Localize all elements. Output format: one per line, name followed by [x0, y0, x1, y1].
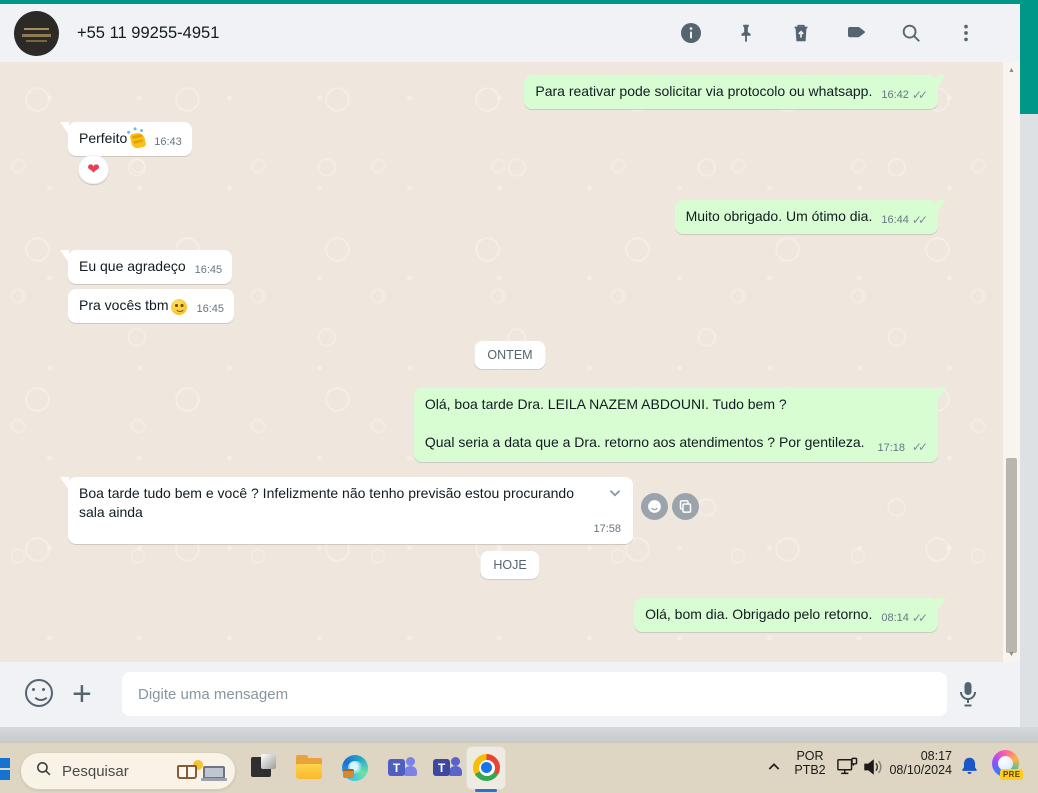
message-reaction-badge[interactable]: ❤ — [78, 155, 109, 184]
message-time: 16:45 — [194, 264, 223, 276]
copy-message-button[interactable] — [672, 493, 699, 520]
language-indicator[interactable]: POR PTB2 — [789, 749, 831, 777]
page-background-strip — [1020, 0, 1038, 742]
avatar-logo-mark — [26, 40, 47, 42]
avatar-logo-mark — [24, 28, 49, 30]
message-text: Eu que agradeço — [79, 258, 186, 274]
message-text: Para reativar pode solicitar via protoco… — [535, 83, 873, 99]
double-check-icon: ✓✓ — [911, 213, 928, 227]
delete-restore-icon[interactable] — [789, 21, 813, 45]
chrome-browser-icon-active[interactable] — [466, 746, 506, 792]
red-heart-emoji: ❤ — [87, 161, 100, 178]
pin-icon[interactable] — [734, 21, 758, 45]
screen: +55 11 99255-4951 Para reativar pode sol… — [0, 0, 1038, 793]
teams-classic-icon[interactable]: T — [388, 754, 418, 784]
clock-date[interactable]: 08:17 08/10/2024 — [884, 749, 952, 777]
composer-bar: + — [0, 662, 1020, 727]
contact-phone-title[interactable]: +55 11 99255-4951 — [77, 4, 219, 62]
search-highlight-art — [177, 760, 227, 784]
message-input[interactable] — [122, 672, 947, 716]
message-menu-chevron-down-icon[interactable] — [606, 484, 624, 507]
message-bubble-outgoing: Olá, boa tarde Dra. LEILA NAZEM ABDOUNI.… — [413, 388, 947, 462]
chrome-logo-icon — [473, 754, 500, 781]
double-check-icon: ✓✓ — [911, 611, 928, 625]
message-text: Olá, bom dia. Obrigado pelo retorno. — [645, 606, 873, 622]
double-check-icon: ✓✓ — [911, 440, 928, 454]
message-text: Muito obrigado. Um ótimo dia. — [685, 208, 873, 224]
menu-kebab-icon[interactable] — [954, 21, 978, 45]
double-check-icon: ✓✓ — [911, 88, 928, 102]
date-divider: ONTEM — [474, 341, 546, 369]
chat-header: +55 11 99255-4951 — [0, 4, 1020, 62]
attach-plus-icon[interactable]: + — [72, 670, 92, 718]
info-icon[interactable] — [679, 21, 703, 45]
contact-avatar[interactable] — [14, 11, 59, 56]
active-app-indicator — [475, 789, 497, 792]
label-icon[interactable] — [844, 21, 868, 45]
search-label: Pesquisar — [62, 762, 129, 780]
message-time: 16:44 — [881, 214, 909, 226]
message-bubble-incoming: Pra vocês tbm 16:45 — [68, 289, 235, 323]
message-time: 17:58 — [593, 523, 621, 535]
message-list: Para reativar pode solicitar via protoco… — [0, 62, 1020, 662]
search-icon — [35, 760, 52, 782]
smiling-face-emoji — [171, 299, 188, 315]
message-text: Perfeito — [79, 130, 128, 146]
taskbar-app-snip-icon[interactable] — [250, 754, 280, 784]
copilot-icon[interactable]: PRE — [992, 750, 1024, 780]
tray-expand-chevron-icon[interactable] — [766, 759, 782, 775]
header-actions — [679, 4, 978, 62]
message-time: 08:14 — [881, 612, 909, 624]
notification-bell-icon[interactable] — [960, 756, 979, 782]
copilot-pre-badge: PRE — [1000, 769, 1024, 780]
message-bubble-outgoing: Muito obrigado. Um ótimo dia. 16:44 ✓✓ — [674, 200, 947, 234]
start-button[interactable] — [0, 758, 11, 780]
emoji-picker-icon[interactable] — [25, 679, 53, 707]
message-text-line: Qual seria a data que a Dra. retorno aos… — [424, 434, 865, 450]
tray-date: 08/10/2024 — [889, 763, 952, 777]
window-bottom-edge — [0, 727, 1038, 742]
message-time: 17:18 — [877, 442, 905, 454]
clap-emoji — [129, 131, 147, 150]
page-background-teal-band — [1020, 0, 1038, 114]
tray-time: 08:17 — [920, 749, 952, 763]
edge-browser-icon[interactable] — [341, 754, 371, 784]
scroll-down-arrow[interactable]: ▼ — [1003, 648, 1020, 660]
chat-scrollbar[interactable]: ▲ ▼ — [1003, 62, 1020, 662]
volume-icon[interactable] — [862, 758, 886, 781]
avatar-logo-mark — [22, 34, 51, 37]
message-text: Boa tarde tudo bem e você ? Infelizmente… — [79, 485, 574, 520]
message-time: 16:42 — [881, 89, 909, 101]
network-icon[interactable] — [836, 757, 858, 782]
windows-logo-icon — [0, 758, 10, 780]
date-divider: HOJE — [480, 551, 540, 579]
scrollbar-thumb[interactable] — [1006, 458, 1017, 653]
message-bubble-incoming: Boa tarde tudo bem e você ? Infelizmente… — [60, 477, 633, 544]
message-bubble-incoming: Perfeito 16:43 — [60, 122, 192, 156]
message-time: 16:43 — [154, 136, 182, 148]
microphone-icon[interactable] — [956, 680, 980, 713]
language-line2: PTB2 — [794, 763, 826, 777]
message-bubble-outgoing: Para reativar pode solicitar via protoco… — [524, 75, 946, 109]
message-bubble-incoming: Eu que agradeço 16:45 — [59, 250, 233, 284]
windows-taskbar: Pesquisar T T POR PTB2 08:17 08/10/2024 … — [0, 742, 1038, 793]
language-line1: POR — [796, 749, 824, 763]
file-explorer-icon[interactable] — [295, 754, 325, 784]
react-emoji-button[interactable] — [641, 493, 668, 520]
message-text-line: Olá, boa tarde Dra. LEILA NAZEM ABDOUNI.… — [424, 396, 787, 412]
whatsapp-accent-bar — [0, 0, 1038, 4]
search-icon[interactable] — [899, 21, 923, 45]
teams-icon[interactable]: T — [433, 754, 463, 784]
message-bubble-outgoing: Olá, bom dia. Obrigado pelo retorno. 08:… — [634, 598, 946, 632]
message-text: Pra vocês tbm — [79, 297, 169, 313]
taskbar-search[interactable]: Pesquisar — [20, 752, 236, 790]
scroll-up-arrow[interactable]: ▲ — [1003, 64, 1020, 76]
message-time: 16:45 — [196, 303, 225, 315]
